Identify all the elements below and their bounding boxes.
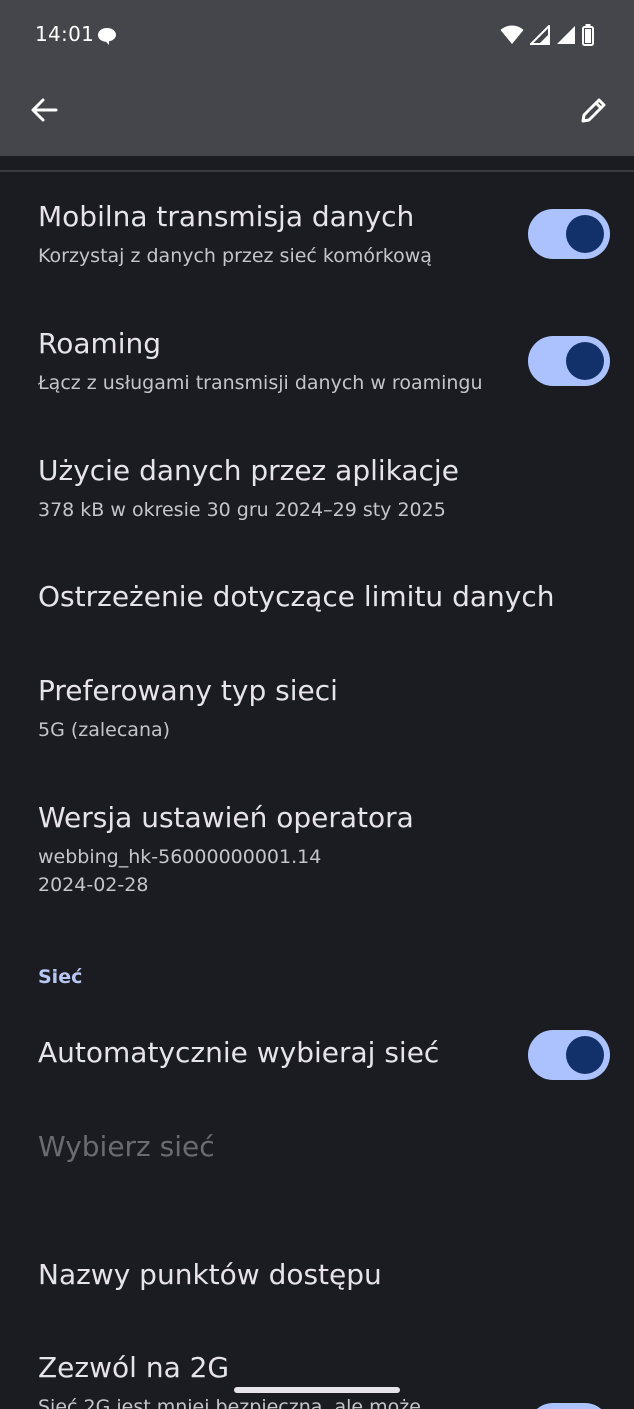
pencil-icon [579,95,609,129]
battery-icon [582,24,594,50]
setting-mobile-data[interactable]: Mobilna transmisja danych Korzystaj z da… [0,190,634,290]
auto-select-network-toggle[interactable] [528,1030,610,1080]
signal-full-icon [556,25,576,49]
setting-subtitle: Sieć 2G jest mniej bezpieczna, ale może [38,1396,421,1409]
arrow-back-icon [30,96,58,128]
toggle-knob [566,215,604,253]
setting-access-point-names[interactable]: Nazwy punktów dostępu [0,1248,634,1318]
status-time: 14:01 [35,22,95,46]
mobile-data-toggle[interactable] [528,209,610,259]
edit-button[interactable] [572,90,616,134]
setting-subtitle: 5G (zalecana) [38,719,171,741]
back-button[interactable] [22,90,66,134]
status-bar: 14:01 [0,0,634,72]
app-bar [0,72,634,156]
setting-title: Użycie danych przez aplikacje [38,454,459,487]
home-indicator[interactable] [234,1387,400,1393]
setting-preferred-network-type[interactable]: Preferowany typ sieci 5G (zalecana) [0,664,634,764]
setting-data-warning[interactable]: Ostrzeżenie dotyczące limitu danych [0,570,634,650]
toggle-knob [566,1036,604,1074]
status-icons [500,23,594,50]
setting-title: Nazwy punktów dostępu [38,1258,382,1291]
setting-title: Zezwól na 2G [38,1351,230,1384]
setting-choose-network[interactable]: Wybierz sieć [0,1120,634,1190]
setting-title: Mobilna transmisja danych [38,200,415,233]
setting-title: Automatycznie wybieraj sieć [38,1036,440,1069]
allow-2g-toggle[interactable] [528,1403,610,1409]
setting-subtitle: 378 kB w okresie 30 gru 2024–29 sty 2025 [38,499,446,521]
setting-title: Ostrzeżenie dotyczące limitu danych [38,580,555,613]
wifi-icon [500,25,524,49]
app-bar-divider [0,170,634,172]
setting-title: Wersja ustawień operatora [38,801,414,834]
setting-subtitle: Łącz z usługami transmisji danych w roam… [38,372,483,394]
setting-roaming[interactable]: Roaming Łącz z usługami transmisji danyc… [0,317,634,417]
signal-icon [528,23,550,49]
setting-title: Preferowany typ sieci [38,674,338,707]
setting-subtitle: Korzystaj z danych przez sieć komórkową [38,245,432,267]
section-header-network: Sieć [38,966,83,988]
setting-title: Roaming [38,327,162,360]
setting-subtitle-date: 2024-02-28 [38,874,149,896]
setting-auto-select-network[interactable]: Automatycznie wybieraj sieć [0,1020,634,1090]
toggle-knob [566,342,604,380]
setting-carrier-version[interactable]: Wersja ustawień operatora webbing_hk-560… [0,791,634,911]
setting-subtitle: webbing_hk-56000000001.14 [38,846,322,868]
setting-app-data-usage[interactable]: Użycie danych przez aplikacje 378 kB w o… [0,444,634,544]
setting-title: Wybierz sieć [38,1130,215,1163]
setting-allow-2g[interactable]: Zezwól na 2G Sieć 2G jest mniej bezpiecz… [0,1341,634,1409]
roaming-toggle[interactable] [528,336,610,386]
chat-bubble-icon [97,26,117,46]
